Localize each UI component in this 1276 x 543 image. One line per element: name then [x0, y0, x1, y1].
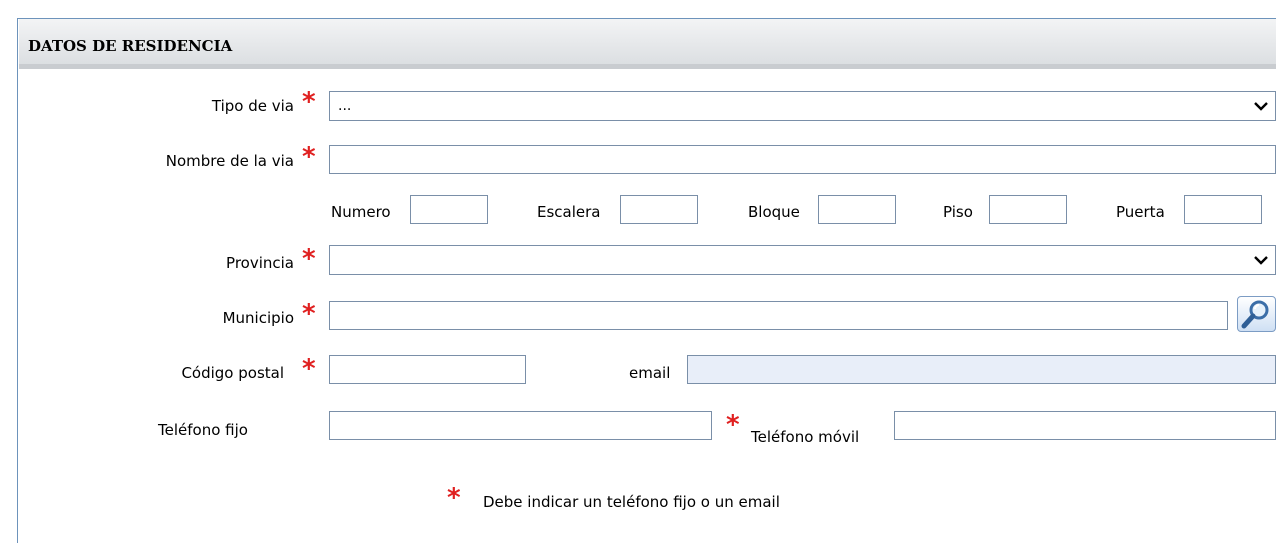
chevron-down-icon	[1254, 102, 1268, 111]
piso-label: Piso	[943, 203, 973, 221]
telefono-required-marker: *	[726, 410, 740, 440]
codigo-postal-input[interactable]	[329, 355, 526, 384]
tipo-via-select[interactable]: ...	[329, 91, 1276, 121]
provincia-select[interactable]	[329, 245, 1276, 275]
tipo-via-required-marker: *	[302, 87, 316, 117]
piso-input[interactable]	[989, 195, 1067, 224]
nombre-via-input[interactable]	[329, 145, 1276, 174]
telefono-fijo-label: Teléfono fijo	[158, 421, 248, 439]
municipio-required-marker: *	[302, 299, 316, 329]
numero-label: Numero	[331, 203, 391, 221]
provincia-label: Provincia	[226, 254, 294, 272]
section-title: DATOS DE RESIDENCIA	[28, 37, 233, 55]
email-label: email	[629, 364, 671, 382]
puerta-input[interactable]	[1184, 195, 1262, 224]
tipo-via-value: ...	[338, 98, 352, 114]
provincia-required-marker: *	[302, 244, 316, 274]
email-input[interactable]	[687, 355, 1276, 384]
telefono-fijo-input[interactable]	[329, 411, 712, 440]
escalera-input[interactable]	[620, 195, 698, 224]
magnifier-icon	[1241, 300, 1269, 329]
telefono-movil-input[interactable]	[894, 411, 1276, 440]
municipio-input[interactable]	[329, 301, 1228, 330]
telefono-movil-label: Teléfono móvil	[751, 428, 860, 446]
chevron-down-icon	[1254, 256, 1268, 265]
nombre-via-required-marker: *	[302, 142, 316, 172]
codigo-postal-label: Código postal	[181, 364, 284, 382]
phone-email-note: Debe indicar un teléfono fijo o un email	[483, 493, 780, 511]
numero-input[interactable]	[410, 195, 488, 224]
municipio-label: Municipio	[222, 309, 294, 327]
nombre-via-label: Nombre de la via	[165, 152, 294, 170]
puerta-label: Puerta	[1116, 203, 1165, 221]
tipo-via-label: Tipo de via	[211, 97, 294, 115]
municipio-lookup-button[interactable]	[1237, 296, 1276, 332]
codigo-postal-required-marker: *	[302, 354, 316, 384]
escalera-label: Escalera	[537, 203, 601, 221]
note-required-marker: *	[447, 483, 461, 513]
section-header: DATOS DE RESIDENCIA	[19, 19, 1276, 69]
bloque-label: Bloque	[748, 203, 800, 221]
bloque-input[interactable]	[818, 195, 896, 224]
